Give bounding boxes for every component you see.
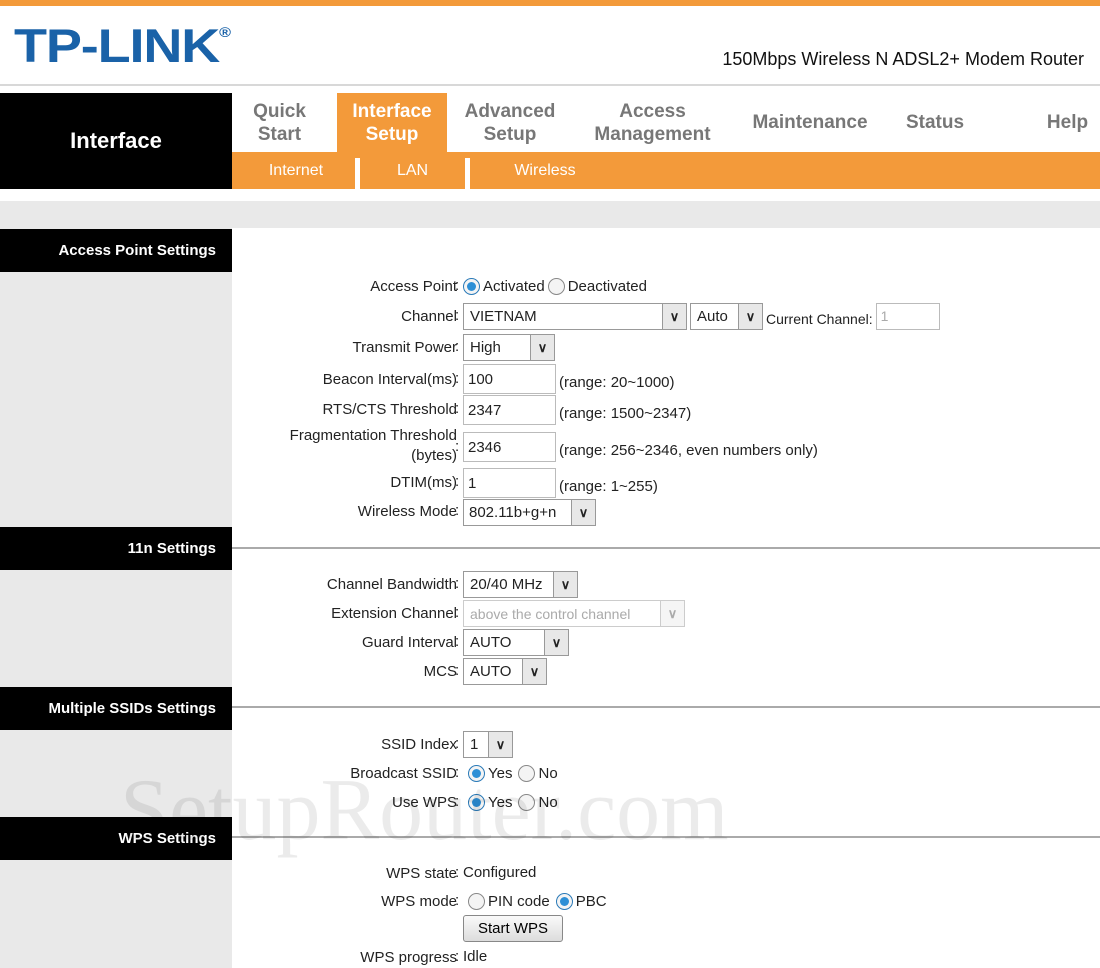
wps-state-label: WPS state xyxy=(386,865,457,882)
pbc-radio[interactable] xyxy=(555,893,573,910)
chevron-down-icon: ∨ xyxy=(544,630,568,655)
pin-code-label: PIN code xyxy=(488,893,550,910)
section-access-point-settings: Access Point Settings xyxy=(0,229,232,272)
rts-threshold-input[interactable]: 2347 xyxy=(463,395,556,425)
activated-radio[interactable] xyxy=(463,278,480,295)
dtim-input[interactable]: 1 xyxy=(463,468,556,498)
subtab-internet[interactable]: Internet xyxy=(232,152,360,189)
start-wps-button[interactable]: Start WPS xyxy=(463,915,564,942)
fragmentation-label: Fragmentation Threshold (bytes) xyxy=(289,427,457,464)
wps-mode-label: WPS mode xyxy=(381,893,457,910)
guard-interval-label: Guard Interval xyxy=(361,634,457,651)
mcs-label: MCS xyxy=(423,663,457,680)
spacer-band xyxy=(0,201,1100,228)
tab-help[interactable]: Help xyxy=(1030,93,1100,152)
tp-link-logo: TP-LINK® xyxy=(14,19,231,72)
rts-range: (range: 1500~2347) xyxy=(559,404,692,422)
subtab-wireless[interactable]: Wireless xyxy=(470,152,620,189)
tab-status[interactable]: Status xyxy=(895,93,975,152)
chevron-down-icon: ∨ xyxy=(571,500,595,525)
chevron-down-icon: ∨ xyxy=(553,572,577,597)
chevron-down-icon: ∨ xyxy=(488,732,512,757)
tab-advanced-setup[interactable]: Advanced Setup xyxy=(455,93,565,152)
chevron-down-icon: ∨ xyxy=(738,304,762,329)
section-11n-settings: 11n Settings xyxy=(0,527,232,570)
channel-bandwidth-label: Channel Bandwidth xyxy=(326,576,457,593)
divider xyxy=(232,706,1100,708)
beacon-range: (range: 20~1000) xyxy=(559,373,675,391)
transmit-power-select[interactable]: High ∨ xyxy=(463,334,555,361)
extension-channel-label: Extension Channel xyxy=(331,605,457,622)
chevron-down-icon: ∨ xyxy=(660,601,684,626)
section-multiple-ssids-settings: Multiple SSIDs Settings xyxy=(0,687,232,730)
channel-select[interactable]: Auto ∨ xyxy=(690,303,763,330)
wireless-mode-select[interactable]: 802.11b+g+n ∨ xyxy=(463,499,596,526)
wireless-mode-label: Wireless Mode xyxy=(357,503,457,520)
ssid-index-label: SSID Index xyxy=(381,736,457,753)
watermark: SetupRouter.com xyxy=(120,762,729,859)
channel-label: Channel xyxy=(401,308,457,325)
wps-state-value: Configured xyxy=(463,864,537,881)
chevron-down-icon: ∨ xyxy=(522,659,546,684)
top-accent-bar xyxy=(0,0,1100,6)
extension-channel-select: above the control channel ∨ xyxy=(463,600,685,627)
ssid-index-select[interactable]: 1 ∨ xyxy=(463,731,513,758)
mcs-select[interactable]: AUTO ∨ xyxy=(463,658,547,685)
guard-interval-select[interactable]: AUTO ∨ xyxy=(463,629,569,656)
fragmentation-range: (range: 256~2346, even numbers only) xyxy=(559,441,818,459)
section-title: Interface xyxy=(0,93,232,189)
current-channel-label: Current Channel: xyxy=(766,310,873,327)
current-channel-field: 1 xyxy=(875,303,940,330)
tab-quick-start[interactable]: Quick Start xyxy=(232,93,327,152)
pin-code-radio[interactable] xyxy=(468,893,485,910)
beacon-interval-input[interactable]: 100 xyxy=(463,364,556,394)
dtim-range: (range: 1~255) xyxy=(559,477,658,495)
tab-maintenance[interactable]: Maintenance xyxy=(740,93,880,152)
divider xyxy=(232,547,1100,549)
wps-progress-label: WPS progress xyxy=(360,949,457,966)
deactivated-radio[interactable] xyxy=(547,278,565,295)
rts-threshold-label: RTS/CTS Threshold xyxy=(322,401,458,418)
pbc-label: PBC xyxy=(575,893,607,910)
transmit-power-label: Transmit Power xyxy=(352,339,457,356)
chevron-down-icon: ∨ xyxy=(662,304,686,329)
activated-label: Activated xyxy=(483,278,545,295)
beacon-interval-label: Beacon Interval(ms) xyxy=(322,371,457,388)
channel-bandwidth-select[interactable]: 20/40 MHz ∨ xyxy=(463,571,578,598)
tab-interface-setup[interactable]: Interface Setup xyxy=(337,93,447,152)
wps-progress-value: Idle xyxy=(463,948,488,965)
product-name: 150Mbps Wireless N ADSL2+ Modem Router xyxy=(722,49,1084,69)
access-point-label: Access Point xyxy=(370,278,457,295)
divider xyxy=(0,84,1100,86)
dtim-label: DTIM(ms) xyxy=(390,474,457,491)
country-select[interactable]: VIETNAM ∨ xyxy=(463,303,687,330)
deactivated-label: Deactivated xyxy=(567,278,647,295)
chevron-down-icon: ∨ xyxy=(530,335,554,360)
tab-access-management[interactable]: Access Management xyxy=(585,93,720,152)
fragmentation-input[interactable]: 2346 xyxy=(463,432,556,462)
subtab-lan[interactable]: LAN xyxy=(360,152,465,189)
